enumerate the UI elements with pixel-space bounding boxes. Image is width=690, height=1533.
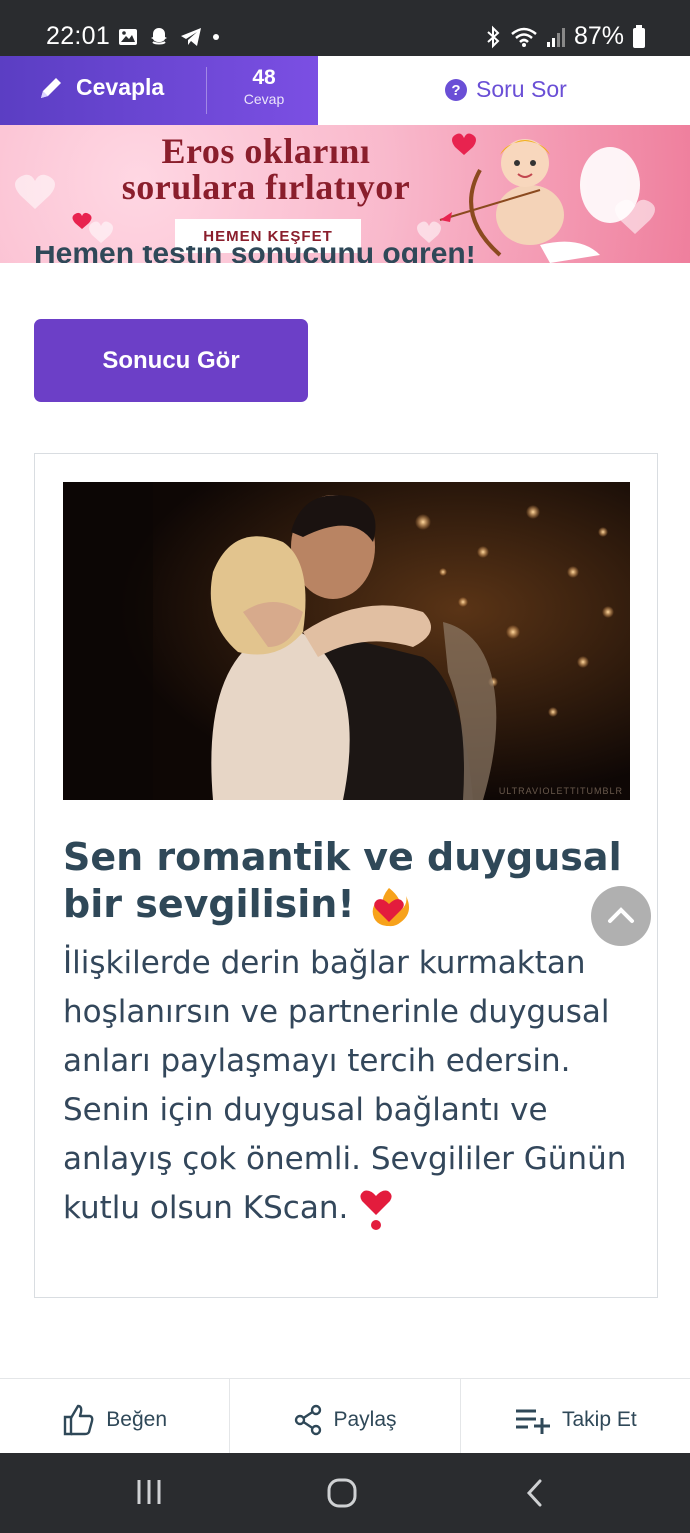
ask-question-button[interactable]: ? Soru Sor [444,76,567,103]
share-button[interactable]: Paylaş [230,1379,461,1453]
share-label: Paylaş [333,1408,397,1431]
back-icon[interactable] [522,1477,548,1509]
partial-heading-text: Hemen testin sonucunu öğren! [34,246,476,263]
snapchat-icon [151,28,167,45]
home-icon[interactable] [326,1477,358,1509]
dot-icon [213,34,219,40]
status-icons-right: 87% [484,22,646,51]
answer-label: Cevapla [76,74,165,100]
heart-on-fire-icon [372,887,409,926]
bluetooth-icon [487,25,500,48]
pencil-icon [41,77,61,98]
partial-heading: Hemen testin sonucunu öğren! [34,246,684,263]
signal-icon [546,27,565,47]
follow-button[interactable]: Takip Et [461,1379,690,1453]
follow-label: Takip Et [561,1408,637,1431]
gallery-icon [119,29,137,45]
answer-count[interactable]: 48 Cevap [214,66,314,107]
bottom-action-bar: Beğen Paylaş Takip Et [0,1378,690,1453]
recent-apps-icon[interactable] [134,1477,164,1507]
heart-exclamation-icon [360,1190,392,1230]
question-icon: ? [445,78,467,101]
answer-button[interactable]: Cevapla [38,74,164,101]
cupid-illustration [439,139,640,263]
like-label: Beğen [106,1408,168,1431]
system-navigation-bar [0,1453,690,1533]
answer-count-label: Cevap [243,91,285,107]
result-card: ULTRAVIOLETTITUMBLR Sen romantik ve duyg… [34,453,658,1298]
see-result-button[interactable]: Sonucu Gör [34,319,308,402]
promo-banner[interactable]: Eros oklarını sorulara fırlatıyor HEMEN … [0,125,690,263]
answer-block: Cevapla 48 Cevap [0,56,318,125]
telegram-icon [181,28,201,46]
share-icon [295,1404,322,1436]
chevron-up-icon [608,907,634,923]
banner-title-line2: sorulara fırlatıyor [121,167,411,207]
playlist-add-icon [515,1409,550,1434]
action-bar: Cevapla 48 Cevap ? Soru Sor [0,56,690,125]
scroll-to-top-button[interactable] [591,886,651,946]
image-watermark: ULTRAVIOLETTITUMBLR [499,786,623,796]
ask-question-label: Soru Sor [476,76,567,102]
result-description-text: İlişkilerde derin bağlar kurmaktan hoşla… [63,945,627,1226]
answer-count-number: 48 [252,66,276,89]
answer-divider [206,67,207,114]
banner-title: Eros oklarını sorulara fırlatıyor [96,133,436,205]
result-title: Sen romantik ve duygusal bir sevgilisin! [63,834,623,928]
thumbs-up-icon [64,1404,94,1436]
svg-text:?: ? [451,82,460,99]
result-title-text: Sen romantik ve duygusal bir sevgilisin! [63,835,622,926]
status-bar: 22:01 87% [0,0,690,56]
battery-percentage: 87% [573,22,624,50]
status-time: 22:01 [46,22,111,50]
like-button[interactable]: Beğen [0,1379,231,1453]
banner-title-line1: Eros oklarını [161,131,371,171]
battery-icon [633,24,645,48]
couple-photo: ULTRAVIOLETTITUMBLR [63,482,630,800]
wifi-icon [511,27,537,47]
status-icons-left [118,26,220,48]
result-image: ULTRAVIOLETTITUMBLR [63,482,630,800]
result-description: İlişkilerde derin bağlar kurmaktan hoşla… [63,939,638,1233]
